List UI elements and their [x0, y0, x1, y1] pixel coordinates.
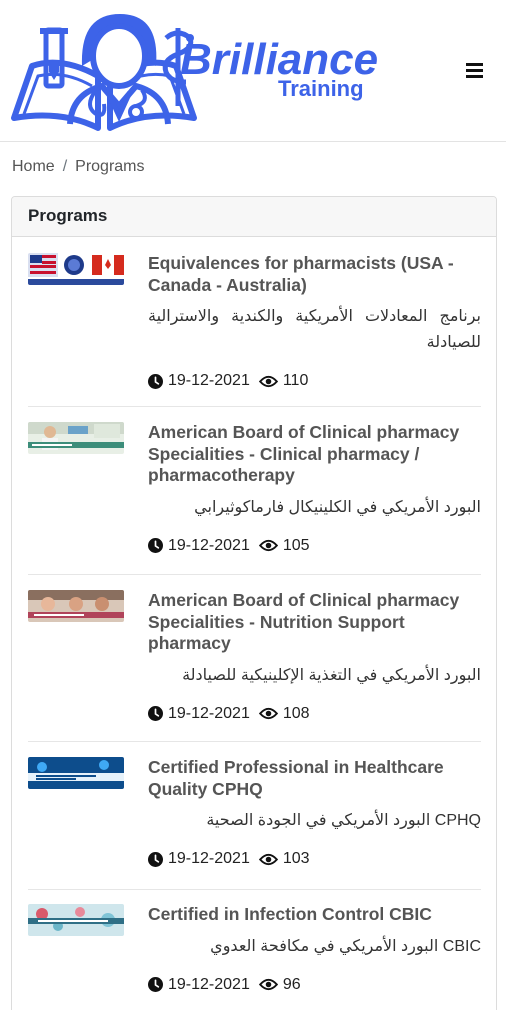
- program-subtitle: البورد الأمريكي في الكلينيكال فارماكوثير…: [194, 498, 481, 516]
- program-subtitle: برنامج المعادلات الأمريكية والكندية والا…: [148, 308, 481, 351]
- program-item: Equivalences for pharmacists (USA - Cana…: [28, 253, 481, 407]
- program-item: American Board of Clinical pharmacy Spec…: [28, 590, 481, 742]
- program-views: 105: [282, 536, 310, 554]
- program-title[interactable]: American Board of Clinical pharmacy Spec…: [148, 590, 481, 655]
- program-item: American Board of Clinical pharmacy Spec…: [28, 422, 481, 575]
- program-date: 19-12-2021: [168, 372, 250, 389]
- program-subtitle: البورد الأمريكي في التغذية الإكلينيكية ل…: [182, 666, 481, 684]
- program-date: 19-12-2021: [168, 704, 250, 722]
- program-item: Certified in Infection Control CBIC CBIC…: [28, 904, 481, 1004]
- program-meta: 19-12-2021 103: [148, 850, 481, 868]
- program-views: 103: [282, 850, 310, 867]
- program-views: 110: [282, 372, 309, 389]
- programs-card: Programs Equivalences for pharmacists (U…: [11, 196, 497, 1010]
- program-title[interactable]: Equivalences for pharmacists (USA - Cana…: [148, 253, 481, 296]
- clock-icon: [148, 977, 163, 992]
- program-meta: 19-12-2021 105: [148, 537, 481, 555]
- site-header: Brilliance Training: [0, 0, 506, 142]
- menu-toggle-button[interactable]: [462, 58, 488, 84]
- program-meta: 19-12-2021 110: [148, 372, 481, 390]
- breadcrumb-home-link[interactable]: Home: [12, 158, 55, 176]
- hamburger-icon: [466, 63, 483, 66]
- eye-icon: [258, 707, 278, 720]
- clock-icon: [148, 851, 163, 867]
- eye-icon: [258, 539, 278, 552]
- program-views: 108: [282, 704, 310, 722]
- clock-icon: [148, 373, 163, 389]
- program-subtitle: CPHQ البورد الأمريكي في الجودة الصحية: [206, 812, 481, 829]
- program-thumbnail[interactable]: [28, 904, 124, 936]
- program-title[interactable]: Certified in Infection Control CBIC: [148, 904, 481, 926]
- program-date: 19-12-2021: [168, 850, 250, 867]
- program-meta: 19-12-2021 96: [148, 976, 481, 994]
- program-title[interactable]: Certified Professional in Healthcare Qua…: [148, 757, 481, 800]
- breadcrumb-separator: /: [62, 158, 68, 175]
- breadcrumb-current: Programs: [75, 158, 145, 175]
- program-date: 19-12-2021: [168, 975, 250, 993]
- program-views: 96: [282, 975, 301, 993]
- program-thumbnail[interactable]: [28, 253, 124, 285]
- eye-icon: [258, 375, 278, 387]
- breadcrumb: Home / Programs: [12, 158, 145, 176]
- program-title[interactable]: American Board of Clinical pharmacy Spec…: [148, 422, 481, 487]
- card-title: Programs: [12, 197, 496, 237]
- brand-line2: Training: [278, 76, 364, 101]
- program-thumbnail[interactable]: [28, 422, 124, 454]
- clock-icon: [148, 538, 163, 553]
- program-meta: 19-12-2021 108: [148, 705, 481, 723]
- eye-icon: [258, 853, 278, 865]
- program-item: Certified Professional in Healthcare Qua…: [28, 757, 481, 890]
- clock-icon: [148, 706, 163, 721]
- program-subtitle: CBIC البورد الأمريكي في مكافحة العدوي: [210, 937, 481, 955]
- program-date: 19-12-2021: [168, 536, 250, 554]
- eye-icon: [258, 978, 278, 991]
- program-thumbnail[interactable]: [28, 590, 124, 622]
- brilliance-training-logo[interactable]: Brilliance Training: [10, 10, 390, 132]
- program-thumbnail[interactable]: [28, 757, 124, 789]
